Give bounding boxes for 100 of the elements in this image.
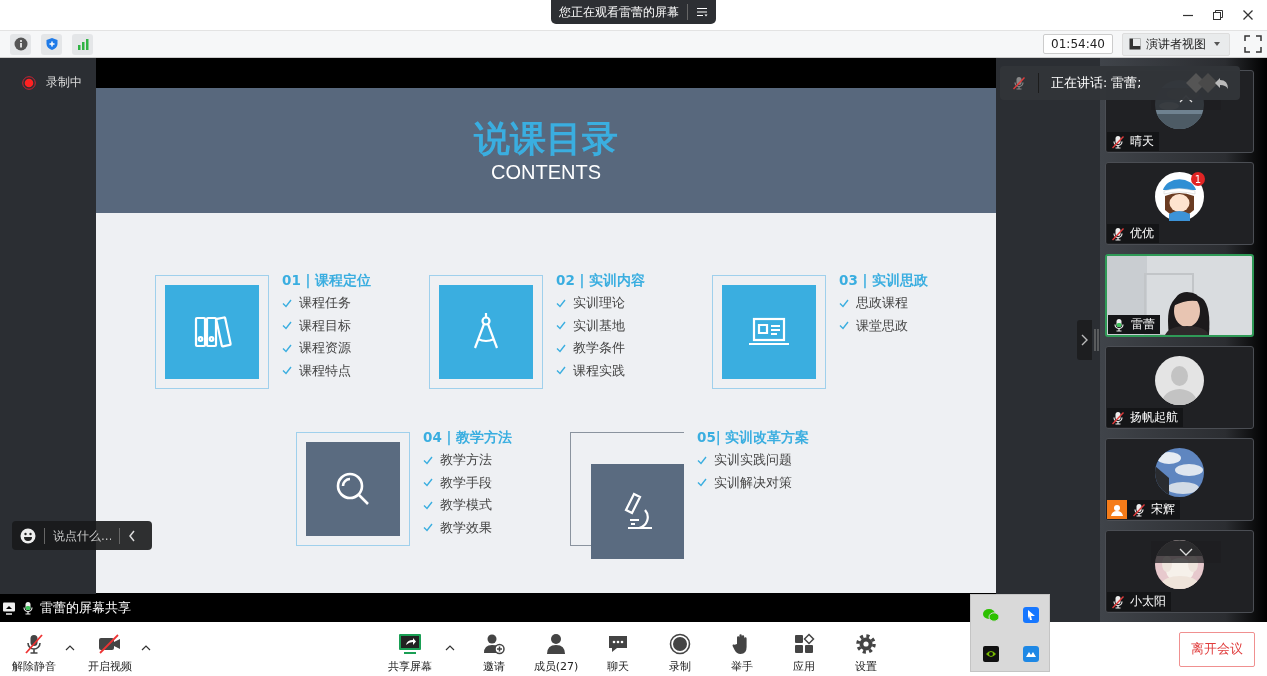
- mic-muted-icon: [1111, 134, 1125, 149]
- info-icon: [13, 37, 28, 51]
- add-person-icon: [483, 632, 505, 655]
- toolbar-button[interactable]: 举手: [713, 632, 771, 674]
- section-point: 实训理论: [573, 294, 625, 312]
- section-title: 04 | 教学方法: [423, 428, 513, 447]
- participant-name: 宋辉: [1151, 501, 1175, 518]
- section-point: 课程特点: [299, 361, 351, 380]
- participant-name: 扬帆起航: [1130, 409, 1178, 426]
- avatar: [1155, 172, 1204, 221]
- collapse-icon[interactable]: [128, 529, 136, 542]
- check-icon: [282, 343, 292, 353]
- shield-icon: [44, 37, 59, 51]
- toolbar-button[interactable]: 聊天: [589, 632, 647, 674]
- avatar: [1155, 356, 1204, 405]
- mic-muted-icon: [1132, 502, 1146, 517]
- meeting-timer: 01:54:40: [1043, 34, 1113, 54]
- participant-name: 晴天: [1130, 133, 1154, 150]
- view-mode-dropdown[interactable]: 演讲者视图: [1122, 32, 1230, 56]
- check-icon: [556, 321, 566, 331]
- check-icon: [556, 366, 566, 376]
- cloud-app-icon[interactable]: [1023, 645, 1039, 662]
- settings-icon: [855, 632, 877, 655]
- record-icon: [669, 632, 691, 655]
- check-icon: [423, 523, 433, 533]
- toolbar-button[interactable]: 应用: [775, 632, 833, 674]
- check-icon: [839, 298, 849, 308]
- section-point: 教学模式: [440, 496, 492, 514]
- menu-icon[interactable]: [696, 6, 708, 18]
- check-icon: [839, 321, 849, 331]
- person-icon: [545, 632, 567, 655]
- section-point: 教学手段: [440, 473, 492, 492]
- participant-tile[interactable]: 1 优优: [1105, 162, 1254, 245]
- leave-meeting-button[interactable]: 离开会议: [1179, 631, 1255, 667]
- slide-title: 说课目录: [474, 118, 618, 160]
- section-point: 教学方法: [440, 451, 492, 469]
- notification-badge: 1: [1191, 172, 1205, 186]
- caret-icon: [1211, 40, 1223, 48]
- toolbar-button[interactable]: 解除静音: [5, 632, 63, 674]
- laptop-icon: [747, 317, 791, 346]
- participant-tile[interactable]: 宋辉: [1105, 438, 1254, 521]
- participant-tile[interactable]: 扬帆起航: [1105, 346, 1254, 429]
- section-point: 教学条件: [573, 339, 625, 357]
- magnifier-icon: [336, 472, 370, 506]
- fullscreen-icon[interactable]: [1244, 35, 1262, 53]
- signal-icon: [75, 37, 90, 51]
- toolbar-button[interactable]: 邀请: [465, 632, 523, 674]
- binders-icon: [194, 316, 232, 348]
- section-point: 课程资源: [299, 339, 351, 357]
- toolbar-button[interactable]: 设置: [837, 632, 895, 674]
- apps-icon: [793, 632, 815, 655]
- section-point: 实训基地: [573, 316, 625, 335]
- section-title: 01 | 课程定位: [282, 271, 372, 290]
- toolbar-button[interactable]: 录制: [651, 632, 709, 674]
- participant-tile[interactable]: 小太阳: [1105, 530, 1254, 613]
- caret-icon[interactable]: [65, 644, 75, 651]
- signal-button[interactable]: [72, 33, 93, 55]
- section-point: 实训实践问题: [714, 451, 792, 469]
- layout-icon: [1129, 38, 1141, 50]
- resize-handle[interactable]: [1093, 329, 1099, 351]
- section-title: 05| 实训改革方案: [697, 428, 810, 447]
- check-icon: [697, 455, 707, 465]
- security-button[interactable]: [41, 33, 62, 55]
- section-point: 课程任务: [299, 294, 351, 312]
- caret-icon[interactable]: [141, 644, 151, 651]
- mic-muted-icon: [1012, 76, 1026, 90]
- caret-icon[interactable]: [445, 644, 455, 651]
- section-point: 实训解决对策: [714, 473, 792, 492]
- graphics-app-icon[interactable]: [983, 645, 999, 662]
- close-icon[interactable]: [1242, 9, 1254, 21]
- check-icon: [697, 478, 707, 488]
- recording-icon: [22, 75, 36, 90]
- mic-muted-icon: [1111, 410, 1125, 425]
- info-button[interactable]: [10, 33, 31, 55]
- microscope-icon: [624, 492, 653, 529]
- section-point: 课堂思政: [856, 316, 908, 335]
- participant-name: 小太阳: [1130, 593, 1166, 610]
- toolbar-button[interactable]: 共享屏幕: [381, 632, 439, 674]
- recording-label: 录制中: [46, 74, 82, 91]
- emoji-icon[interactable]: [20, 527, 36, 544]
- toolbar-button[interactable]: 成员(27): [527, 632, 585, 674]
- check-icon: [282, 321, 292, 331]
- participant-name: 雷蕾: [1131, 316, 1155, 333]
- section-title: 02 | 实训内容: [556, 271, 646, 290]
- expand-button[interactable]: [1077, 320, 1092, 360]
- check-icon: [556, 298, 566, 308]
- arrow-app-icon[interactable]: [1023, 606, 1039, 623]
- check-icon: [556, 343, 566, 353]
- section-point: 课程实践: [573, 361, 625, 380]
- participant-tile[interactable]: 雷蕾: [1105, 254, 1254, 337]
- video-off-icon: [97, 632, 123, 655]
- slide-subtitle: CONTENTS: [491, 160, 601, 184]
- chat-input[interactable]: 说点什么...: [53, 528, 111, 543]
- mic-icon: [1112, 317, 1126, 332]
- mic-muted-icon: [1111, 226, 1125, 241]
- restore-icon[interactable]: [1212, 9, 1224, 21]
- check-icon: [282, 298, 292, 308]
- chevron-down-icon: [1179, 548, 1193, 556]
- check-icon: [282, 366, 292, 376]
- toolbar-button[interactable]: 开启视频: [81, 632, 139, 674]
